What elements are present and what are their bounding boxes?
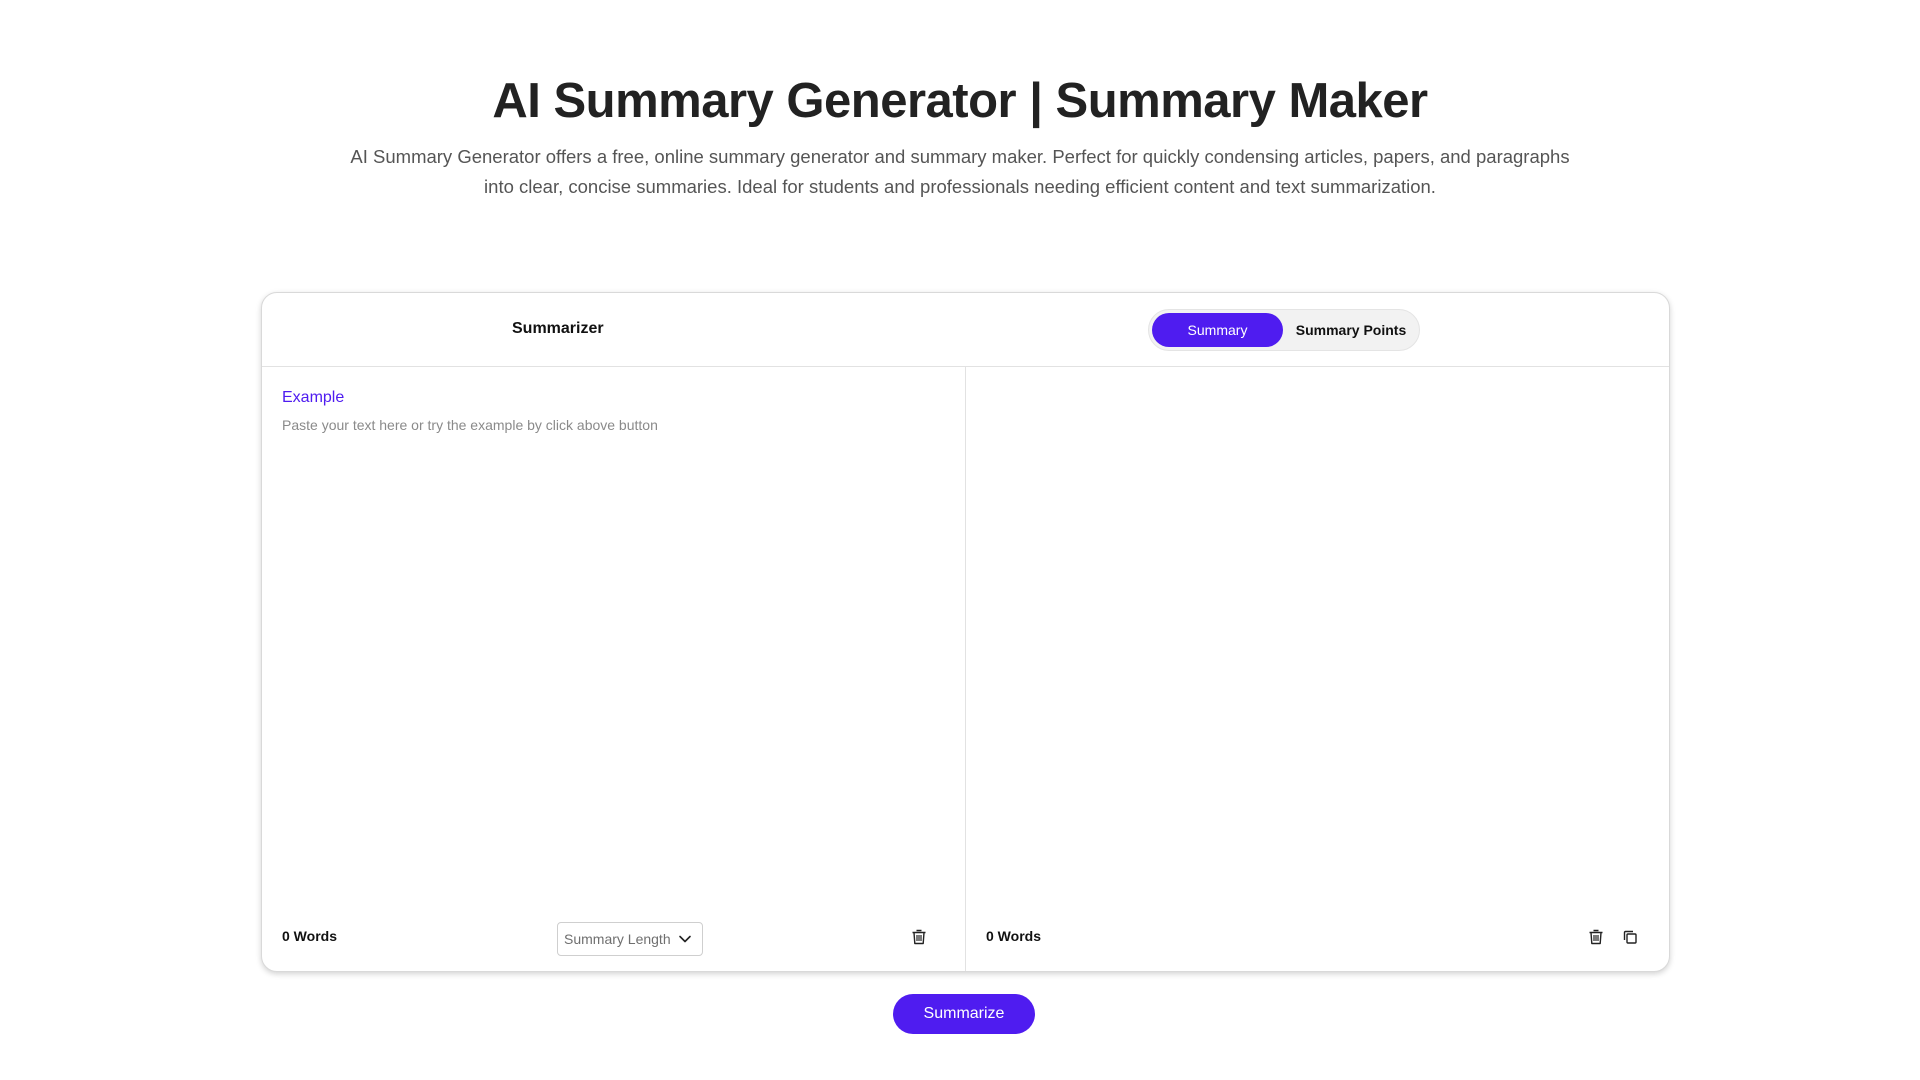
copy-output-button[interactable] bbox=[1618, 925, 1642, 949]
source-text-input[interactable] bbox=[282, 417, 942, 897]
summary-length-select[interactable]: Summary Length bbox=[557, 922, 703, 956]
trash-icon bbox=[912, 929, 926, 945]
summary-points-mode-button[interactable]: Summary Points bbox=[1285, 313, 1417, 347]
summary-output bbox=[986, 389, 1650, 899]
chevron-down-icon bbox=[679, 935, 691, 943]
summarizer-label: Summarizer bbox=[512, 320, 604, 337]
clear-input-button[interactable] bbox=[907, 925, 931, 949]
summary-mode-button[interactable]: Summary bbox=[1152, 313, 1283, 347]
copy-icon bbox=[1623, 930, 1637, 944]
summary-length-label: Summary Length bbox=[564, 931, 671, 947]
trash-icon bbox=[1589, 929, 1603, 945]
mode-toggle: Summary Summary Points bbox=[1148, 309, 1420, 351]
summarize-button[interactable]: Summarize bbox=[893, 994, 1035, 1034]
pane-divider bbox=[965, 367, 966, 971]
card-header: Summarizer Summary Summary Points bbox=[262, 293, 1669, 367]
clear-output-button[interactable] bbox=[1584, 925, 1608, 949]
output-word-count: 0 Words bbox=[986, 928, 1041, 944]
input-word-count: 0 Words bbox=[282, 928, 337, 944]
summarizer-card: Summarizer Summary Summary Points Exampl… bbox=[261, 292, 1670, 972]
page-title: AI Summary Generator | Summary Maker bbox=[492, 74, 1428, 128]
example-link[interactable]: Example bbox=[282, 389, 344, 407]
page-description: AI Summary Generator offers a free, onli… bbox=[350, 146, 1570, 197]
